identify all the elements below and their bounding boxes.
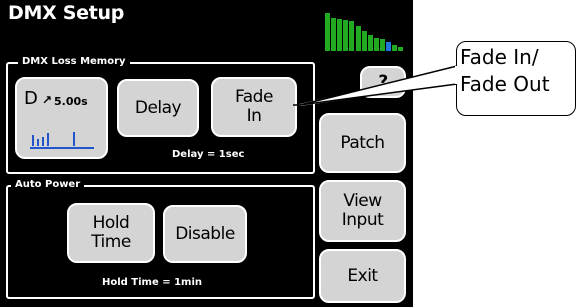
meter-bar — [355, 26, 361, 51]
callout-text: Fade In/ Fade Out — [460, 44, 550, 98]
auto-power-label: Auto Power — [11, 179, 85, 191]
hold-time-button-line2: Time — [91, 232, 131, 252]
level-graph-icon — [30, 132, 94, 149]
meter-bar — [361, 31, 367, 51]
dmx-setup-screen: DMX Setup DMX Loss Memory D ↗ 5.00s Dela… — [0, 0, 413, 307]
fade-in-button-line2: In — [246, 106, 262, 126]
delay-button[interactable]: Delay — [117, 79, 199, 137]
fade-in-button[interactable]: Fade In — [211, 77, 297, 137]
hold-time-button[interactable]: Hold Time — [67, 203, 155, 263]
meter-bar — [392, 45, 398, 51]
fade-in-button-line1: Fade — [235, 87, 273, 107]
meter-bar — [325, 13, 330, 51]
loss-mode-time: 5.00s — [54, 95, 88, 108]
screen-title: DMX Setup — [8, 2, 125, 24]
meter-bar — [349, 21, 355, 51]
dmx-signal-meter — [325, 13, 405, 51]
meter-bar — [386, 42, 391, 51]
meter-bar — [343, 20, 349, 51]
meter-bar — [337, 19, 343, 51]
view-input-button-line1: View — [343, 191, 382, 211]
dmx-loss-memory-label: DMX Loss Memory — [18, 56, 130, 68]
meter-bar — [331, 18, 337, 51]
view-input-button[interactable]: View Input — [319, 180, 406, 242]
meter-bar — [379, 39, 385, 51]
hold-time-button-line1: Hold — [92, 213, 130, 233]
patch-button[interactable]: Patch — [319, 113, 406, 173]
meter-bar — [367, 35, 373, 51]
callout-line2: Fade Out — [460, 72, 550, 96]
loss-mode-button[interactable]: D ↗ 5.00s — [15, 77, 108, 159]
callout-joint — [455, 66, 459, 84]
loss-mode-letter: D — [24, 88, 38, 109]
meter-bar — [373, 38, 379, 51]
callout-line1: Fade In/ — [460, 45, 539, 69]
view-input-button-line2: Input — [341, 210, 384, 230]
hold-time-status: Hold Time = 1min — [102, 277, 203, 288]
disable-button[interactable]: Disable — [163, 205, 247, 263]
delay-status: Delay = 1sec — [172, 149, 245, 160]
exit-button[interactable]: Exit — [319, 249, 406, 303]
meter-bar — [398, 47, 404, 51]
arrow-up-right-icon: ↗ — [42, 93, 52, 107]
help-button[interactable]: ? — [360, 66, 406, 98]
